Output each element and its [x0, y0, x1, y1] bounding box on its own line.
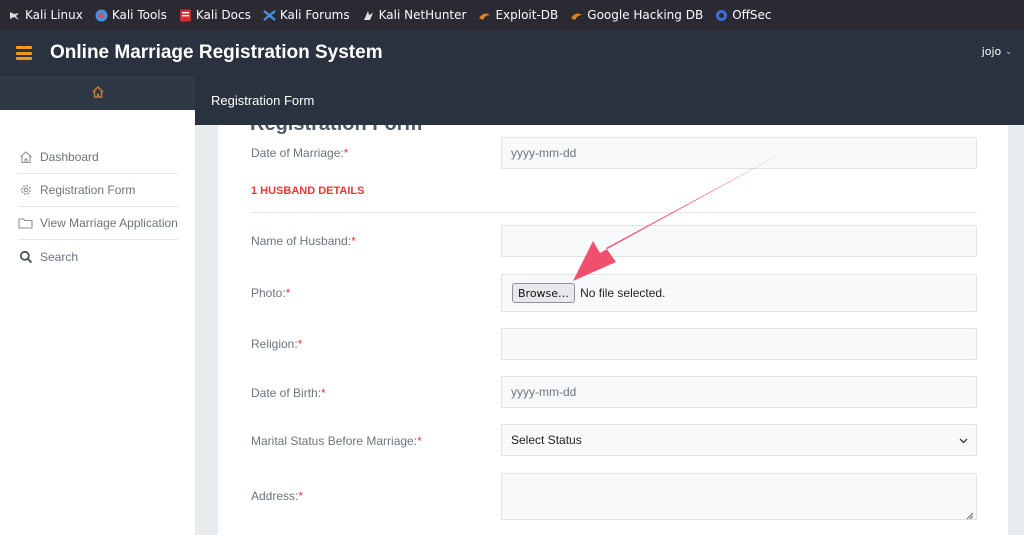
sidebar-item-label: Registration Form	[40, 183, 136, 197]
search-icon	[18, 249, 33, 264]
bookmark-offsec[interactable]: OffSec	[715, 8, 772, 22]
bookmark-kali-tools[interactable]: Kali Tools	[95, 8, 167, 22]
file-status-text: No file selected.	[580, 286, 666, 300]
bookmark-kali-nethunter[interactable]: Kali NetHunter	[362, 8, 467, 22]
folder-icon	[18, 216, 33, 231]
marital-status-label: Marital Status Before Marriage:*	[251, 434, 422, 448]
bookmark-kali-linux[interactable]: Kali Linux	[8, 8, 83, 22]
photo-file-input[interactable]: Browse… No file selected.	[501, 274, 977, 312]
sidebar: Dashboard Registration Form View Marriag…	[0, 110, 195, 535]
registration-form-card: Registration Form Date of Marriage:* yyy…	[218, 125, 1008, 535]
date-of-marriage-label: Date of Marriage:*	[251, 146, 349, 160]
sidebar-item-label: View Marriage Application	[40, 216, 178, 230]
date-of-birth-label: Date of Birth:*	[251, 386, 326, 400]
form-title: Registration Form	[250, 125, 422, 136]
sidebar-item-registration-form[interactable]: Registration Form	[18, 174, 178, 207]
page-header-bar: Registration Form	[195, 76, 1024, 125]
bookmark-kali-docs[interactable]: Kali Docs	[179, 8, 251, 22]
bookmarks-bar: Kali Linux Kali Tools Kali Docs Kali For…	[0, 0, 1024, 30]
bookmark-label: Exploit-DB	[495, 8, 559, 22]
sidebar-item-search[interactable]: Search	[18, 240, 178, 273]
bookmark-kali-forums[interactable]: Kali Forums	[263, 8, 350, 22]
kali-nethunter-icon	[362, 9, 375, 22]
gear-icon	[18, 183, 33, 198]
bookmark-label: Kali Tools	[111, 8, 167, 22]
home-icon	[18, 150, 33, 165]
bookmark-label: Kali Docs	[195, 8, 251, 22]
kali-dragon-icon	[8, 9, 21, 22]
sidebar-home-bar	[0, 76, 195, 110]
sidebar-item-label: Search	[40, 249, 79, 264]
date-of-birth-input[interactable]: yyyy-mm-dd	[501, 376, 977, 408]
name-of-husband-input[interactable]	[501, 225, 977, 257]
bookmark-label: Kali Forums	[279, 8, 350, 22]
section-divider	[251, 212, 977, 213]
sidebar-item-dashboard[interactable]: Dashboard	[18, 141, 178, 174]
marital-status-select[interactable]: Select Status	[501, 424, 977, 456]
bookmark-label: Kali NetHunter	[378, 8, 467, 22]
bookmark-label: OffSec	[732, 8, 772, 22]
religion-label: Religion:*	[251, 337, 303, 351]
religion-input[interactable]	[501, 328, 977, 360]
offsec-icon	[715, 9, 728, 22]
bookmark-exploit-db[interactable]: Exploit-DB	[478, 8, 558, 22]
home-icon[interactable]	[91, 84, 105, 103]
kali-tools-icon	[95, 9, 108, 22]
sidebar-item-view-marriage-application[interactable]: View Marriage Application	[18, 207, 178, 240]
address-label: Address:*	[251, 489, 304, 503]
kali-docs-icon	[179, 9, 192, 22]
date-of-marriage-input[interactable]: yyyy-mm-dd	[501, 137, 977, 169]
name-of-husband-label: Name of Husband:*	[251, 234, 356, 248]
app-title: Online Marriage Registration System	[50, 42, 383, 63]
user-name: jojo	[981, 45, 1002, 58]
ghdb-icon	[570, 9, 583, 22]
exploit-db-icon	[478, 9, 491, 22]
address-textarea[interactable]	[501, 473, 977, 520]
hamburger-menu-icon[interactable]	[16, 46, 32, 60]
app-header: Online Marriage Registration System jojo…	[0, 30, 1024, 76]
husband-details-heading: 1 HUSBAND DETAILS	[251, 185, 365, 197]
resize-grip-icon[interactable]	[966, 509, 974, 520]
sidebar-item-label: Dashboard	[40, 150, 99, 164]
photo-label: Photo:*	[251, 286, 291, 300]
bookmark-ghdb[interactable]: Google Hacking DB	[570, 8, 703, 22]
bookmark-label: Google Hacking DB	[587, 8, 704, 22]
bookmark-label: Kali Linux	[25, 8, 83, 22]
breadcrumb: Registration Form	[211, 93, 315, 108]
browse-button[interactable]: Browse…	[512, 283, 576, 303]
chevron-down-icon: ⌄	[1005, 47, 1012, 56]
user-menu[interactable]: jojo ⌄	[982, 45, 1012, 58]
chevron-down-icon	[959, 436, 968, 446]
kali-forums-icon	[263, 9, 276, 22]
